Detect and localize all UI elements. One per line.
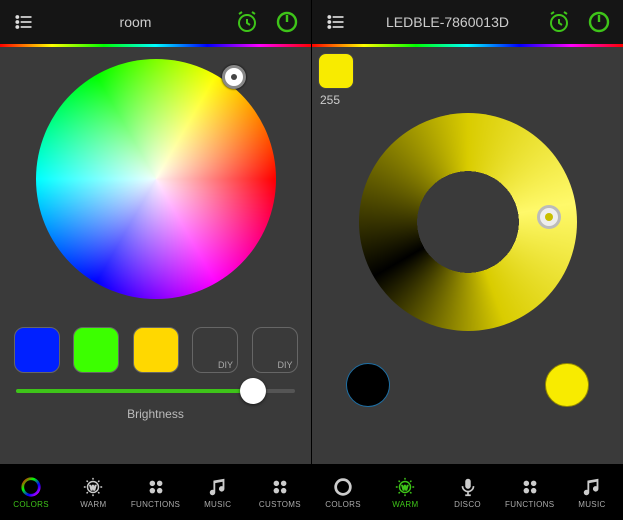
page-title: LEDBLE-7860013D — [358, 14, 537, 30]
brightness-thumb[interactable] — [240, 378, 266, 404]
swatch-2[interactable] — [73, 327, 119, 373]
page-title: room — [46, 14, 225, 30]
right-screen: LEDBLE-7860013D 255 COLORS — [311, 0, 623, 520]
preset-yellow[interactable] — [545, 363, 589, 407]
swatch-3[interactable] — [133, 327, 179, 373]
tab-colors[interactable]: COLORS — [312, 465, 374, 520]
svg-text:W: W — [90, 485, 97, 492]
tab-label: DISCO — [454, 500, 481, 509]
alarm-icon[interactable] — [229, 4, 265, 40]
alarm-icon[interactable] — [541, 4, 577, 40]
tab-functions[interactable]: FUNCTIONS — [499, 465, 561, 520]
color-wheel[interactable] — [36, 59, 276, 299]
tab-functions[interactable]: FUNCTIONS — [124, 465, 186, 520]
tab-label: MUSIC — [578, 500, 605, 509]
svg-text:W: W — [402, 485, 409, 492]
tab-label: MUSIC — [204, 500, 231, 509]
power-icon[interactable] — [269, 4, 305, 40]
tab-disco[interactable]: DISCO — [436, 465, 498, 520]
warm-wheel[interactable] — [359, 113, 577, 331]
tab-label: CUSTOMS — [259, 500, 301, 509]
tab-label: WARM — [392, 500, 418, 509]
warm-wheel-thumb[interactable] — [537, 205, 561, 229]
header: room — [0, 0, 311, 44]
power-icon[interactable] — [581, 4, 617, 40]
tab-warm[interactable]: W WARM — [374, 465, 436, 520]
tab-music[interactable]: MUSIC — [561, 465, 623, 520]
tab-bar: COLORS W WARM DISCO FUNCTIONS MUSIC — [312, 464, 623, 520]
tab-label: FUNCTIONS — [505, 500, 554, 509]
tab-music[interactable]: MUSIC — [187, 465, 249, 520]
tab-label: WARM — [80, 500, 106, 509]
color-wheel-thumb[interactable] — [222, 65, 246, 89]
swatch-1[interactable] — [14, 327, 60, 373]
tab-bar: COLORS W WARM FUNCTIONS MUSIC CUSTOMS — [0, 464, 311, 520]
swatch-row: DIY DIY — [0, 327, 311, 373]
brightness-slider[interactable]: Brightness — [16, 389, 295, 421]
tab-label: FUNCTIONS — [131, 500, 180, 509]
menu-list-icon[interactable] — [6, 4, 42, 40]
tab-customs[interactable]: CUSTOMS — [249, 465, 311, 520]
swatch-diy-1[interactable]: DIY — [192, 327, 238, 373]
tab-warm[interactable]: W WARM — [62, 465, 124, 520]
current-color-swatch[interactable] — [318, 53, 354, 89]
left-screen: room DIY DIY Brightness — [0, 0, 311, 520]
tab-label: COLORS — [325, 500, 361, 509]
brightness-label: Brightness — [16, 407, 295, 421]
preset-black[interactable] — [346, 363, 390, 407]
tab-colors[interactable]: COLORS — [0, 465, 62, 520]
swatch-diy-2[interactable]: DIY — [252, 327, 298, 373]
current-color-value: 255 — [320, 93, 340, 107]
header: LEDBLE-7860013D — [312, 0, 623, 44]
main-area: DIY DIY Brightness — [0, 47, 311, 464]
menu-list-icon[interactable] — [318, 4, 354, 40]
main-area: 255 — [312, 47, 623, 464]
tab-label: COLORS — [13, 500, 49, 509]
